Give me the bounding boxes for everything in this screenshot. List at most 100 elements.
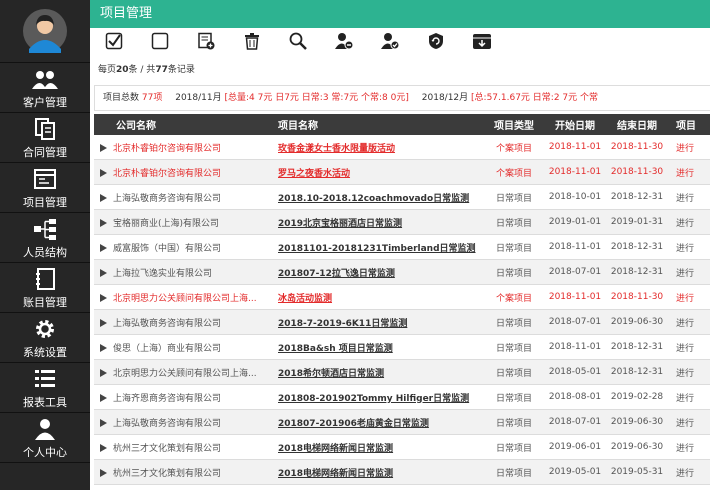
- sidebar-item-label: 人员结构: [23, 246, 67, 259]
- company-cell: 威富服饰（中国）有限公司: [94, 234, 268, 260]
- table-row[interactable]: 杭州三才文化策划有限公司 2018电梯网络新闻日常监测 日常项目 2019-05-01…: [94, 459, 710, 485]
- project-link[interactable]: 2018电梯网络新闻日常监测: [268, 459, 484, 485]
- table-row[interactable]: 北京明思力公关顾问有限公司上海... 冰岛活动监测 个案项目 2018-11-01 20…: [94, 284, 710, 310]
- project-link[interactable]: 罗马之夜香水活动: [268, 159, 484, 185]
- table-row[interactable]: 上海拉飞逸实业有限公司 201807-12拉飞逸日常监测 日常项目 2018-07-0…: [94, 259, 710, 285]
- sidebar-item-label: 账目管理: [23, 296, 67, 309]
- table-row[interactable]: 上海弘敬商务咨询有限公司 2018.10-2018.12coachmovado日常…: [94, 184, 710, 210]
- sidebar-item-org[interactable]: 人员结构: [0, 213, 90, 263]
- delete-button[interactable]: [242, 31, 262, 51]
- approve-user-button[interactable]: [380, 31, 400, 51]
- row-expand-icon[interactable]: [100, 319, 107, 327]
- start-cell: 2018-07-01: [544, 309, 606, 335]
- sidebar-item-settings[interactable]: 系统设置: [0, 313, 90, 363]
- sidebar-item-reports[interactable]: 报表工具: [0, 363, 90, 413]
- row-expand-icon[interactable]: [100, 194, 107, 202]
- select-all-button[interactable]: [104, 31, 124, 51]
- status-cell: 进行: [668, 334, 710, 360]
- row-expand-icon[interactable]: [100, 294, 107, 302]
- table-row[interactable]: 北京朴睿铂尔咨询有限公司 玫香金漾女士香水限量版活动 个案项目 2018-11-01 2…: [94, 135, 710, 160]
- row-expand-icon[interactable]: [100, 244, 107, 252]
- ledger-icon: [36, 268, 55, 290]
- avatar[interactable]: [0, 0, 90, 63]
- table-row[interactable]: 俊思（上海）商业有限公司 2018Ba&sh 项目日常监测 日常项目 2018-11-…: [94, 334, 710, 360]
- column-company[interactable]: 公司名称: [94, 114, 268, 135]
- project-link[interactable]: 2018希尔顿酒店日常监测: [268, 359, 484, 385]
- row-expand-icon[interactable]: [100, 444, 107, 452]
- row-expand-icon[interactable]: [100, 344, 107, 352]
- table-row[interactable]: 北京朴睿铂尔咨询有限公司 罗马之夜香水活动 个案项目 2018-11-01 2018-1…: [94, 159, 710, 185]
- project-link[interactable]: 201808-201902Tommy Hilfiger日常监测: [268, 384, 484, 410]
- unselect-button[interactable]: [150, 31, 170, 51]
- project-link[interactable]: 玫香金漾女士香水限量版活动: [268, 135, 484, 160]
- column-status[interactable]: 项目: [668, 114, 710, 135]
- start-cell: 2018-07-01: [544, 409, 606, 435]
- project-link[interactable]: 2018电梯网络新闻日常监测: [268, 434, 484, 460]
- project-link[interactable]: 2018Ba&sh 项目日常监测: [268, 334, 484, 360]
- row-expand-icon[interactable]: [100, 269, 107, 277]
- type-cell: 个案项目: [484, 135, 544, 160]
- remove-user-button[interactable]: [334, 31, 354, 51]
- table-row[interactable]: 威富服饰（中国）有限公司 20181101-20181231Timberland日…: [94, 234, 710, 260]
- column-start[interactable]: 开始日期: [544, 114, 606, 135]
- company-cell: 上海弘敬商务咨询有限公司: [94, 309, 268, 335]
- row-expand-icon[interactable]: [100, 219, 107, 227]
- project-link[interactable]: 201807-201906老庙黄金日常监测: [268, 409, 484, 435]
- status-cell: 进行: [668, 209, 710, 235]
- sidebar-item-customers[interactable]: 客户管理: [0, 63, 90, 113]
- refresh-button[interactable]: [426, 31, 446, 51]
- user-avatar-icon: [23, 9, 67, 53]
- project-link[interactable]: 201807-12拉飞逸日常监测: [268, 259, 484, 285]
- project-link[interactable]: 2019北京宝格丽酒店日常监测: [268, 209, 484, 235]
- company-cell: 上海齐恩商务咨询有限公司: [94, 384, 268, 410]
- company-cell: 北京朴睿铂尔咨询有限公司: [94, 135, 268, 160]
- sidebar-item-profile[interactable]: 个人中心: [0, 413, 90, 463]
- company-cell: 北京明思力公关顾问有限公司上海...: [94, 284, 268, 310]
- column-type[interactable]: 项目类型: [484, 114, 544, 135]
- sidebar-item-contracts[interactable]: 合同管理: [0, 113, 90, 163]
- contract-icon: [35, 118, 55, 140]
- person-icon: [35, 419, 55, 440]
- row-expand-icon[interactable]: [100, 144, 107, 152]
- end-cell: 2018-12-31: [606, 259, 668, 285]
- summary-label: 项目总数: [103, 93, 140, 103]
- status-cell: 进行: [668, 184, 710, 210]
- table-row[interactable]: 上海弘敬商务咨询有限公司 201807-201906老庙黄金日常监测 日常项目 201…: [94, 409, 710, 435]
- row-expand-icon[interactable]: [100, 169, 107, 177]
- end-cell: 2019-06-30: [606, 309, 668, 335]
- search-button[interactable]: [288, 31, 308, 51]
- status-cell: 进行: [668, 135, 710, 160]
- sidebar-item-ledger[interactable]: 账目管理: [0, 263, 90, 313]
- project-link[interactable]: 2018-7-2019-6K11日常监测: [268, 309, 484, 335]
- column-end[interactable]: 结束日期: [606, 114, 668, 135]
- table-row[interactable]: 宝格丽商业(上海)有限公司 2019北京宝格丽酒店日常监测 日常项目 2019-01-…: [94, 209, 710, 235]
- archive-button[interactable]: [472, 31, 492, 51]
- start-cell: 2019-01-01: [544, 209, 606, 235]
- add-button[interactable]: [196, 31, 216, 51]
- end-cell: 2018-12-31: [606, 334, 668, 360]
- project-link[interactable]: 2018.10-2018.12coachmovado日常监测: [268, 184, 484, 210]
- refresh-shield-icon: [429, 33, 443, 49]
- project-link[interactable]: 20181101-20181231Timberland日常监测: [268, 234, 484, 260]
- toolbar: [90, 28, 710, 54]
- company-cell: 俊思（上海）商业有限公司: [94, 334, 268, 360]
- summary-month-1: 2018/11月: [175, 93, 222, 103]
- row-expand-icon[interactable]: [100, 469, 107, 477]
- table-row[interactable]: 杭州三才文化策划有限公司 2018电梯网络新闻日常监测 日常项目 2019-06-01…: [94, 434, 710, 460]
- table-row[interactable]: 北京明思力公关顾问有限公司上海... 2018希尔顿酒店日常监测 日常项目 2018-…: [94, 359, 710, 385]
- table-row[interactable]: 上海弘敬商务咨询有限公司 2018-7-2019-6K11日常监测 日常项目 2018…: [94, 309, 710, 335]
- project-link[interactable]: 冰岛活动监测: [268, 284, 484, 310]
- company-cell: 上海弘敬商务咨询有限公司: [94, 409, 268, 435]
- search-icon: [289, 32, 307, 50]
- end-cell: 2018-12-31: [606, 359, 668, 385]
- row-expand-icon[interactable]: [100, 369, 107, 377]
- row-expand-icon[interactable]: [100, 419, 107, 427]
- sidebar-item-projects[interactable]: 项目管理: [0, 163, 90, 213]
- end-cell: 2019-02-28: [606, 384, 668, 410]
- start-cell: 2019-06-01: [544, 434, 606, 460]
- type-cell: 日常项目: [484, 334, 544, 360]
- row-expand-icon[interactable]: [100, 394, 107, 402]
- column-project[interactable]: 项目名称: [268, 114, 484, 135]
- summary-month-1-detail: [总量:4 7元 日7元 日常:3 常:7元 个常:8 0元]: [224, 93, 409, 103]
- table-row[interactable]: 上海齐恩商务咨询有限公司 201808-201902Tommy Hilfiger日…: [94, 384, 710, 410]
